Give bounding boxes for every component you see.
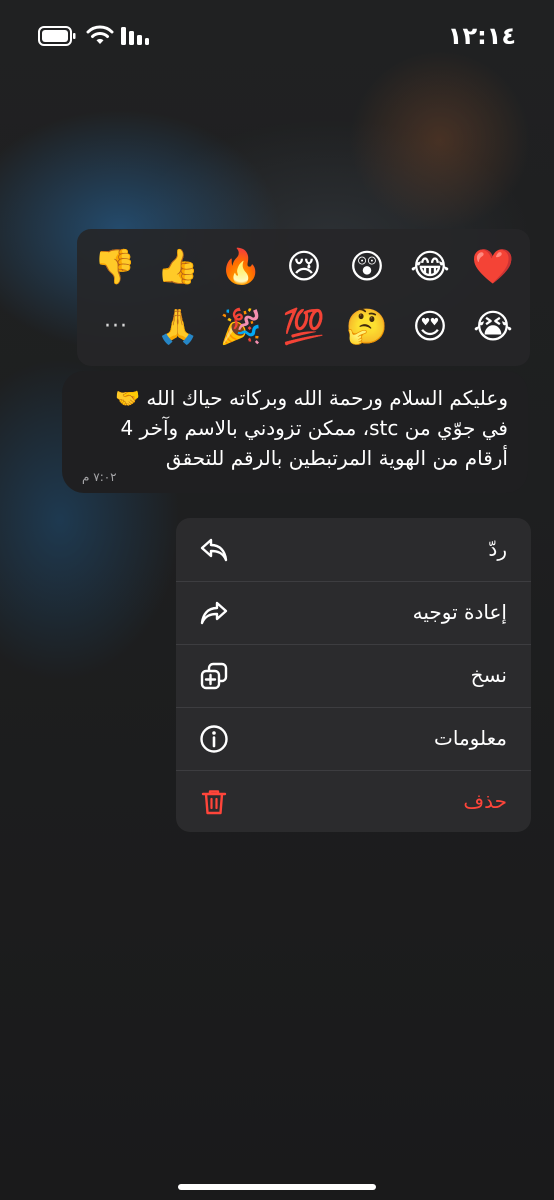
menu-item-delete[interactable]: حذف: [176, 770, 531, 832]
home-indicator[interactable]: [178, 1184, 376, 1190]
menu-item-label: إعادة توجيه: [412, 600, 507, 624]
more-reactions-button[interactable]: ···: [96, 307, 136, 347]
reaction-picker: ❤️ 😂 😲 😢 🔥 👍 👎 😭 😍 🤔 💯 🎉 🙏 ···: [77, 229, 530, 366]
reaction-thumbs-up[interactable]: 👍: [154, 243, 202, 291]
reaction-sobbing[interactable]: 😭: [469, 303, 517, 351]
message-line: وعليكم السلام ورحمة الله وبركاته حياك ال…: [115, 386, 508, 410]
reaction-fire[interactable]: 🔥: [217, 243, 265, 291]
info-icon: [200, 725, 228, 753]
message-text: وعليكم السلام ورحمة الله وبركاته حياك ال…: [72, 383, 508, 473]
status-time: ١٢:١٤: [447, 22, 516, 50]
message-time: ٧:٠٢ م: [82, 470, 117, 484]
menu-item-label: معلومات: [434, 726, 507, 750]
reply-icon: [200, 538, 228, 562]
reaction-astonished[interactable]: 😲: [343, 243, 391, 291]
menu-item-label: ردّ: [488, 537, 507, 561]
message-bubble[interactable]: وعليكم السلام ورحمة الله وبركاته حياك ال…: [62, 371, 528, 493]
battery-icon: [38, 26, 76, 46]
forward-icon: [200, 601, 228, 625]
context-menu: ردّ إعادة توجيه نسخ معلومات حذف: [176, 518, 531, 832]
menu-item-info[interactable]: معلومات: [176, 707, 531, 770]
message-line: في جوّي من stc، ممكن تزودني بالاسم وآخر …: [120, 416, 508, 440]
reaction-pray[interactable]: 🙏: [154, 303, 202, 351]
reaction-laughing[interactable]: 😂: [406, 243, 454, 291]
menu-item-reply[interactable]: ردّ: [176, 518, 531, 581]
reaction-party[interactable]: 🎉: [217, 303, 265, 351]
reaction-heart[interactable]: ❤️: [469, 243, 517, 291]
copy-icon: [200, 662, 228, 690]
menu-item-forward[interactable]: إعادة توجيه: [176, 581, 531, 644]
reaction-thinking[interactable]: 🤔: [343, 303, 391, 351]
menu-item-label: حذف: [463, 789, 507, 813]
reaction-crying[interactable]: 😢: [280, 243, 328, 291]
menu-item-label: نسخ: [470, 663, 507, 687]
menu-item-copy[interactable]: نسخ: [176, 644, 531, 707]
reaction-thumbs-down[interactable]: 👎: [91, 243, 139, 291]
reaction-hundred[interactable]: 💯: [280, 303, 328, 351]
reaction-heart-eyes[interactable]: 😍: [406, 303, 454, 351]
wifi-icon: [86, 25, 114, 44]
trash-icon: [201, 790, 227, 815]
message-line: أرقام من الهوية المرتبطين بالرقم للتحقق: [165, 446, 508, 470]
signal-icon: [121, 27, 149, 45]
status-bar: ١٢:١٤: [0, 0, 554, 70]
